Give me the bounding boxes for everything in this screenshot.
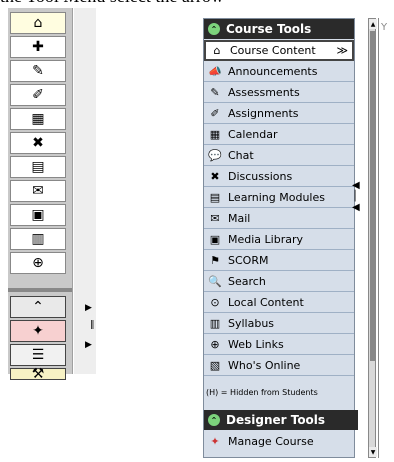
menu-item-label: Learning Modules [228, 190, 325, 204]
menu-item-label: Assignments [228, 106, 299, 120]
menu-item-syllabus[interactable]: ▥ Syllabus [204, 313, 354, 334]
manage-icon[interactable]: ✦ [10, 320, 66, 342]
menu-item-assessments[interactable]: ✎ Assessments [204, 82, 354, 103]
home-icon: ⌂ [213, 44, 221, 57]
web-links-icon: ⊕ [210, 337, 220, 351]
megaphone-icon: 📣 [208, 64, 222, 78]
syllabus-icon: ▥ [209, 316, 221, 330]
scroll-down-icon[interactable]: ▼ [369, 447, 377, 457]
scroll-up-icon[interactable]: ▲ [369, 19, 377, 29]
list-icon[interactable]: ☰ [10, 344, 66, 366]
whos-online-icon: ▧ [209, 358, 221, 372]
pin-icon[interactable]: ✖ [10, 132, 66, 154]
assessments-icon: ✎ [210, 85, 220, 99]
expand-arrow-icon[interactable]: ▶ [85, 303, 92, 313]
tools-icon[interactable]: ⚒ [10, 366, 66, 382]
menu-item-discussions[interactable]: ✖ Discussions [204, 166, 354, 187]
menu-item-local-content[interactable]: ⊙ Local Content [204, 292, 354, 313]
mail-icon: ✉ [210, 211, 220, 225]
home-icon[interactable]: ⌂ [10, 12, 66, 34]
menu-item-label: Local Content [228, 295, 304, 309]
chat-icon: 💬 [208, 148, 222, 162]
menu-item-label: Media Library [228, 232, 303, 246]
designer-tools-header[interactable]: ⌃ Designer Tools [204, 410, 358, 430]
caption-text: the Tool Menu select the arrow [0, 0, 394, 8]
menu-item-label: Search [228, 274, 266, 288]
media-library-icon: ▣ [209, 232, 221, 246]
menu-item-label: Announcements [228, 64, 318, 78]
course-tools-header[interactable]: ⌃ Course Tools [204, 19, 354, 39]
menu-item-label: Chat [228, 148, 254, 162]
menu-item-learning-modules[interactable]: ▤ Learning Modules [204, 187, 354, 208]
divider-handle-icon[interactable]: ‖ [90, 320, 95, 330]
menu-item-label: SCORM [228, 253, 269, 267]
menu-item-label: Web Links [228, 337, 284, 351]
scorm-icon: ⚑ [210, 253, 220, 267]
course-tools-title: Course Tools [226, 22, 312, 36]
manage-course-icon: ✦ [210, 434, 220, 448]
calendar-icon[interactable]: ▦ [10, 108, 66, 130]
menu-item-course-content[interactable]: ⌂ Course Content ≫ [204, 40, 354, 61]
vertical-scrollbar[interactable]: ▲ ▼ [368, 18, 377, 458]
local-content-icon: ⊙ [210, 295, 220, 309]
menu-item-announcements[interactable]: 📣 Announcements [204, 61, 354, 82]
media-icon[interactable]: ▣ [10, 204, 66, 226]
menu-item-label: Syllabus [228, 316, 275, 330]
assignments-icon[interactable]: ✐ [10, 84, 66, 106]
menu-item-assignments[interactable]: ✐ Assignments [204, 103, 354, 124]
dropdown-marker-icon[interactable]: ≫ [336, 44, 348, 57]
collapse-circle-icon[interactable]: ⌃ [208, 23, 220, 35]
toolbar-separator [8, 288, 72, 292]
menu-item-web-links[interactable]: ⊕ Web Links [204, 334, 354, 355]
menu-item-media-library[interactable]: ▣ Media Library [204, 229, 354, 250]
menu-item-who-s-online[interactable]: ▧ Who's Online [204, 355, 354, 376]
modules-icon: ▤ [209, 190, 221, 204]
menu-item-calendar[interactable]: ▦ Calendar [204, 124, 354, 145]
calendar-icon: ▦ [209, 127, 221, 141]
mail-icon[interactable]: ✉ [10, 180, 66, 202]
collapse-icon[interactable]: ⌃ [10, 296, 66, 318]
menu-item-label: Mail [228, 211, 251, 225]
manage-course-item[interactable]: ✦ Manage Course [204, 431, 354, 451]
web-icon[interactable]: ⊕ [10, 252, 66, 274]
menu-item-mail[interactable]: ✉ Mail [204, 208, 354, 229]
left-icon-toolbar: ⌂ ✚ ✎ ✐ ▦ ✖ ▤ ✉ ▣ ▥ ⊕ ⌃ ✦ ☰ ⚒ [8, 8, 73, 382]
menu-item-label: Assessments [228, 85, 300, 99]
pin-icon: ✖ [210, 169, 220, 183]
assignments-icon: ✐ [210, 106, 220, 120]
hidden-note: (H) = Hidden from Students [206, 388, 318, 397]
course-tools-menu: ⌃ Course Tools ⌂ Course Content ≫ 📣 Announce… [203, 18, 358, 458]
content-frame: Y [378, 18, 394, 458]
designer-tools-title: Designer Tools [226, 413, 326, 427]
add-icon[interactable]: ✚ [10, 36, 66, 58]
menu-item-chat[interactable]: 💬 Chat [204, 145, 354, 166]
assessments-icon[interactable]: ✎ [10, 60, 66, 82]
scroll-thumb[interactable] [370, 31, 376, 361]
expand-arrow-icon[interactable]: ▶ [85, 340, 92, 350]
divider-arrow-icon[interactable]: ◀ │ ◀ [352, 180, 360, 213]
menu-item-search[interactable]: 🔍 Search [204, 271, 354, 292]
search-icon: 🔍 [208, 274, 222, 288]
syllabus-icon[interactable]: ▥ [10, 228, 66, 250]
menu-item-label: Calendar [228, 127, 278, 141]
menu-item-scorm[interactable]: ⚑ SCORM [204, 250, 354, 271]
manage-course-label: Manage Course [228, 434, 314, 448]
menu-item-label: Discussions [228, 169, 293, 183]
menu-item-label: Course Content [230, 44, 316, 57]
collapse-circle-icon[interactable]: ⌃ [208, 414, 220, 426]
modules-icon[interactable]: ▤ [10, 156, 66, 178]
menu-item-label: Who's Online [228, 358, 301, 372]
tab-letter: Y [381, 22, 388, 33]
